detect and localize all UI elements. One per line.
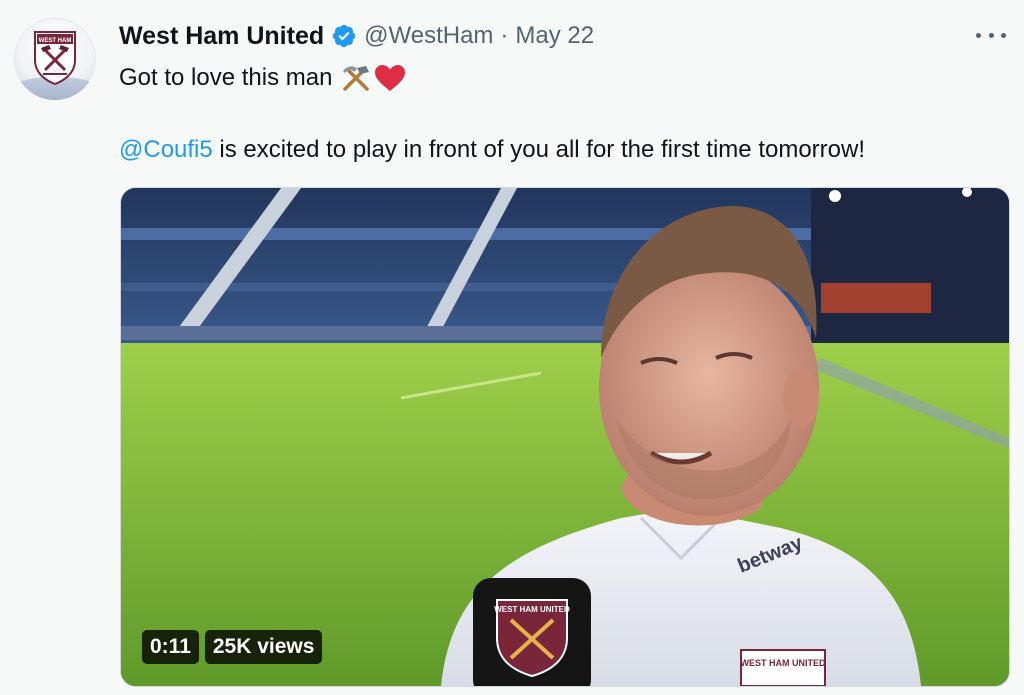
tweet-date[interactable]: May 22 <box>515 22 594 50</box>
mention-link[interactable]: @Coufi5 <box>119 136 213 163</box>
mic-crest-text: WEST HAM UNITED <box>494 605 570 614</box>
more-options-icon[interactable] <box>976 28 1006 42</box>
red-heart-icon <box>375 65 406 91</box>
video-overlay: 0:11 25K views <box>142 630 323 664</box>
tweet-text: Got to love this man <box>119 64 333 91</box>
verified-badge-icon <box>333 24 356 48</box>
dot-1 <box>976 32 981 38</box>
tweet-text-line2: @Coufi5 is excited to play in front of y… <box>119 136 865 164</box>
chest-badge-text: WEST HAM UNITED <box>741 658 826 668</box>
tweet-text-line1: Got to love this man <box>119 64 406 92</box>
video-duration: 0:11 <box>142 630 199 664</box>
view-count: 25K views <box>204 630 323 664</box>
tweet-text-rest: is excited to play in front of you all f… <box>212 136 866 163</box>
account-name[interactable]: West Ham United <box>119 22 324 51</box>
tweet-header: West Ham United @WestHam · May 22 <box>119 20 594 52</box>
dot-3 <box>1001 32 1006 38</box>
west-ham-crest-icon: WEST HAM <box>34 31 76 86</box>
svg-text:WEST HAM: WEST HAM <box>39 38 72 44</box>
hammer-and-pick-icon <box>343 66 370 91</box>
video-frame: WEST HAM UNITED WEST HAM UNITED betway <box>121 188 1009 686</box>
tweet[interactable]: WEST HAM West Ham United @WestHam · May … <box>0 0 1024 695</box>
avatar[interactable]: WEST HAM <box>14 18 96 100</box>
account-handle[interactable]: @WestHam <box>364 22 493 50</box>
dot-2 <box>988 32 994 38</box>
separator-dot: · <box>500 22 509 49</box>
video-player[interactable]: WEST HAM UNITED WEST HAM UNITED betway <box>120 187 1010 687</box>
